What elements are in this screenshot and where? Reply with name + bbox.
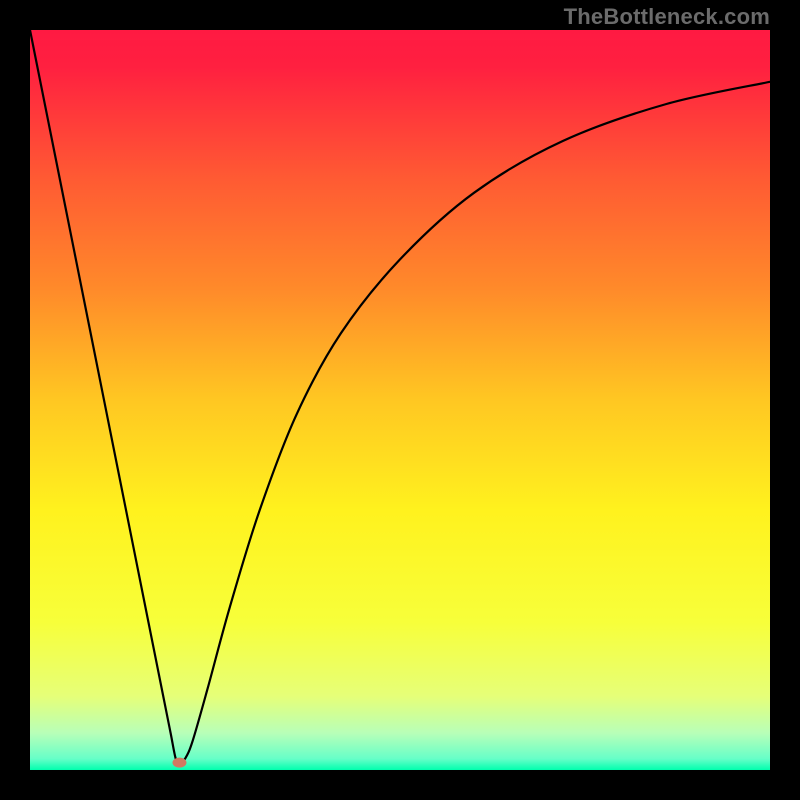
plot-area xyxy=(30,30,770,770)
chart-svg xyxy=(30,30,770,770)
attribution-label: TheBottleneck.com xyxy=(564,4,770,30)
chart-frame: TheBottleneck.com xyxy=(0,0,800,800)
optimal-point-marker xyxy=(172,758,186,768)
gradient-background xyxy=(30,30,770,770)
